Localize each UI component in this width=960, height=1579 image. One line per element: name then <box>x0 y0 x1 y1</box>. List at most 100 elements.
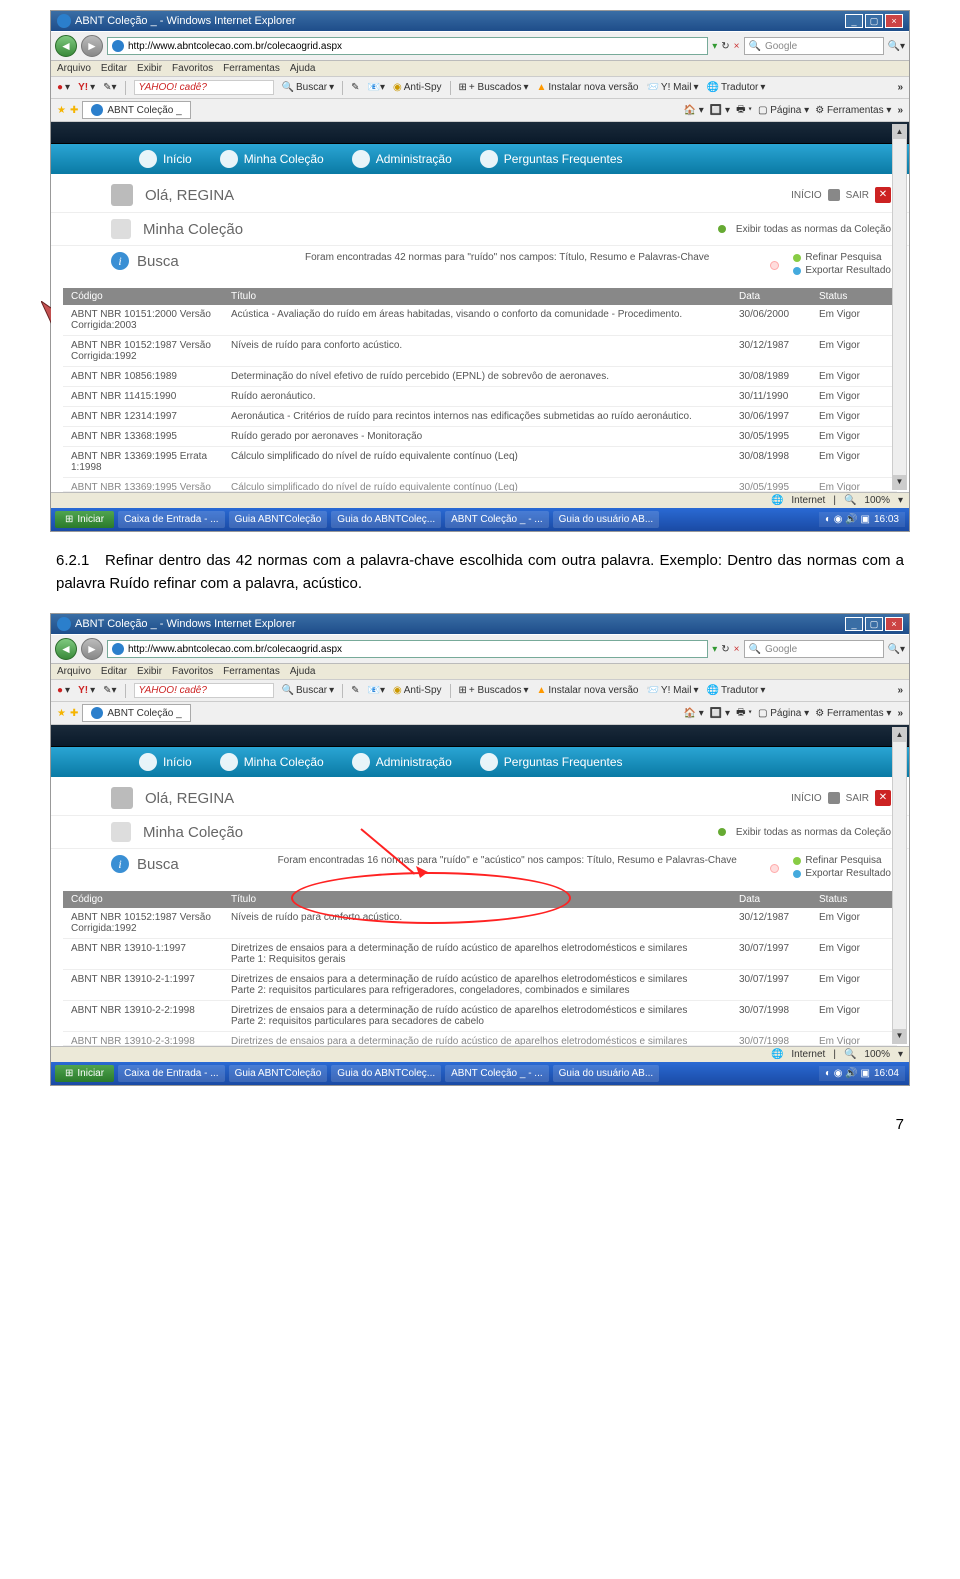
close-button[interactable]: × <box>885 617 903 631</box>
url-input[interactable] <box>128 41 703 52</box>
stop-button[interactable]: × <box>734 644 740 655</box>
pencil-icon[interactable]: ✎▾ <box>103 82 116 93</box>
home-button[interactable]: 🏠 ▾ <box>684 105 704 116</box>
tools-menu[interactable]: ⚙ Ferramentas ▾ <box>815 105 891 116</box>
pencil2-icon[interactable]: ✎ <box>351 82 359 93</box>
buscar-button[interactable]: 🔍 Buscar ▾ <box>282 82 335 93</box>
exibir-todas-link[interactable]: Exibir todas as normas da Coleção <box>736 224 891 235</box>
taskbar-item[interactable]: Caixa de Entrada - ... <box>118 511 225 528</box>
menu-ferramentas[interactable]: Ferramentas <box>223 666 280 677</box>
print-button[interactable]: 🖶 ▾ <box>736 705 752 722</box>
maximize-button[interactable]: ▢ <box>865 14 883 28</box>
forward-button[interactable]: ► <box>81 35 103 57</box>
toolbar-icon[interactable]: ●▾ <box>57 82 70 93</box>
logout-icon[interactable]: ✕ <box>875 187 891 203</box>
menu-exibir[interactable]: Exibir <box>137 666 162 677</box>
page-menu[interactable]: ▢ Página ▾ <box>758 105 809 116</box>
zoom-level[interactable]: 100% <box>864 495 890 506</box>
taskbar-item[interactable]: ABNT Coleção _ - ... <box>445 1065 549 1082</box>
yahoo-y-icon[interactable]: Y! ▾ <box>78 82 95 93</box>
menu-exibir[interactable]: Exibir <box>137 63 162 74</box>
minimize-button[interactable]: _ <box>845 617 863 631</box>
taskbar-item[interactable]: Guia do ABNTColeç... <box>331 511 441 528</box>
taskbar-item[interactable]: Guia ABNTColeção <box>229 511 328 528</box>
add-favorite-icon[interactable]: ✚ <box>70 105 78 116</box>
nav-faq[interactable]: Perguntas Frequentes <box>480 753 623 771</box>
minimize-button[interactable]: _ <box>845 14 863 28</box>
maximize-button[interactable]: ▢ <box>865 617 883 631</box>
start-button[interactable]: ⊞ Iniciar <box>55 1065 114 1082</box>
refresh-button[interactable]: ↻ <box>721 644 729 655</box>
zoom-level[interactable]: 100% <box>864 1049 890 1060</box>
link-sair[interactable]: SAIR <box>846 793 869 804</box>
search-go-button[interactable]: 🔍▾ <box>888 41 905 52</box>
table-row[interactable]: ABNT NBR 10151:2000 Versão Corrigida:200… <box>63 305 897 336</box>
refresh-button[interactable]: ↻ <box>721 41 729 52</box>
favorites-star-icon[interactable]: ★ <box>57 708 66 719</box>
ymail-button[interactable]: 📨 Y! Mail ▾ <box>646 685 698 696</box>
menu-editar[interactable]: Editar <box>101 63 127 74</box>
yahoo-search-input[interactable]: YAHOO! cadê? <box>134 80 274 95</box>
table-row[interactable]: ABNT NBR 13369:1995 Errata 1:1998Cálculo… <box>63 447 897 478</box>
overflow-chevron[interactable]: » <box>897 708 903 719</box>
page-menu[interactable]: ▢ Página ▾ <box>758 708 809 719</box>
yahoo-search-input[interactable]: YAHOO! cadê? <box>134 683 274 698</box>
address-bar[interactable] <box>107 640 708 658</box>
system-tray[interactable]: ◐ ◉ 🔊 ▣ 16:04 <box>819 1066 905 1081</box>
mail-icon[interactable]: 📧▾ <box>368 82 385 93</box>
link-inicio[interactable]: INÍCIO <box>791 793 822 804</box>
table-row[interactable]: ABNT NBR 13910-2-2:1998Diretrizes de ens… <box>63 1001 897 1032</box>
nav-inicio[interactable]: Início <box>139 753 192 771</box>
feeds-button[interactable]: 🔲 ▾ <box>710 105 730 116</box>
back-button[interactable]: ◄ <box>55 35 77 57</box>
url-input[interactable] <box>128 644 703 655</box>
menu-ajuda[interactable]: Ajuda <box>290 63 316 74</box>
table-row[interactable]: ABNT NBR 13910-1:1997Diretrizes de ensai… <box>63 939 897 970</box>
table-row[interactable]: ABNT NBR 13368:1995Ruído gerado por aero… <box>63 427 897 447</box>
menu-ferramentas[interactable]: Ferramentas <box>223 63 280 74</box>
table-row[interactable]: ABNT NBR 11415:1990Ruído aeronáutico.30/… <box>63 387 897 407</box>
link-sair[interactable]: SAIR <box>846 190 869 201</box>
instalar-button[interactable]: ▲ Instalar nova versão <box>537 685 639 696</box>
logout-icon[interactable]: ✕ <box>875 790 891 806</box>
antispy-button[interactable]: ◉ Anti-Spy <box>393 82 442 93</box>
browser-search-box[interactable]: 🔍Google <box>744 37 884 55</box>
taskbar-item[interactable]: Guia ABNTColeção <box>229 1065 328 1082</box>
start-button[interactable]: ⊞ Iniciar <box>55 511 114 528</box>
buscados-button[interactable]: ⊞ + Buscados ▾ <box>459 685 529 696</box>
address-bar[interactable] <box>107 37 708 55</box>
favorites-star-icon[interactable]: ★ <box>57 105 66 116</box>
search-go-button[interactable]: 🔍▾ <box>888 644 905 655</box>
nav-administracao[interactable]: Administração <box>352 150 452 168</box>
browser-tab[interactable]: ABNT Coleção _ <box>82 704 190 722</box>
tradutor-button[interactable]: 🌐 Tradutor ▾ <box>707 82 766 93</box>
menu-editar[interactable]: Editar <box>101 666 127 677</box>
taskbar-item[interactable]: Guia do ABNTColeç... <box>331 1065 441 1082</box>
nav-minha-colecao[interactable]: Minha Coleção <box>220 150 324 168</box>
go-button[interactable]: ▾ <box>712 644 717 655</box>
taskbar-item[interactable]: ABNT Coleção _ - ... <box>445 511 549 528</box>
browser-search-box[interactable]: 🔍Google <box>744 640 884 658</box>
print-button[interactable]: 🖶 ▾ <box>736 102 752 119</box>
exibir-todas-link[interactable]: Exibir todas as normas da Coleção <box>736 827 891 838</box>
toolbar-icon[interactable]: ●▾ <box>57 685 70 696</box>
table-row[interactable]: ABNT NBR 10152:1987 Versão Corrigida:199… <box>63 336 897 367</box>
scrollbar[interactable]: ▲ ▼ <box>892 124 907 490</box>
menu-arquivo[interactable]: Arquivo <box>57 63 91 74</box>
table-row[interactable]: ABNT NBR 10152:1987 Versão Corrigida:199… <box>63 908 897 939</box>
browser-tab[interactable]: ABNT Coleção _ <box>82 101 190 119</box>
scrollbar[interactable]: ▲ ▼ <box>892 727 907 1044</box>
menu-ajuda[interactable]: Ajuda <box>290 666 316 677</box>
feeds-button[interactable]: 🔲 ▾ <box>710 708 730 719</box>
menu-arquivo[interactable]: Arquivo <box>57 666 91 677</box>
yahoo-y-icon[interactable]: Y! ▾ <box>78 685 95 696</box>
mail-icon[interactable]: 📧▾ <box>368 685 385 696</box>
go-button[interactable]: ▾ <box>712 41 717 52</box>
exportar-link[interactable]: Exportar Resultado <box>805 265 891 276</box>
menu-favoritos[interactable]: Favoritos <box>172 666 213 677</box>
pencil-icon[interactable]: ✎▾ <box>103 685 116 696</box>
tools-menu[interactable]: ⚙ Ferramentas ▾ <box>815 708 891 719</box>
table-row[interactable]: ABNT NBR 10856:1989Determinação do nível… <box>63 367 897 387</box>
back-button[interactable]: ◄ <box>55 638 77 660</box>
nav-faq[interactable]: Perguntas Frequentes <box>480 150 623 168</box>
